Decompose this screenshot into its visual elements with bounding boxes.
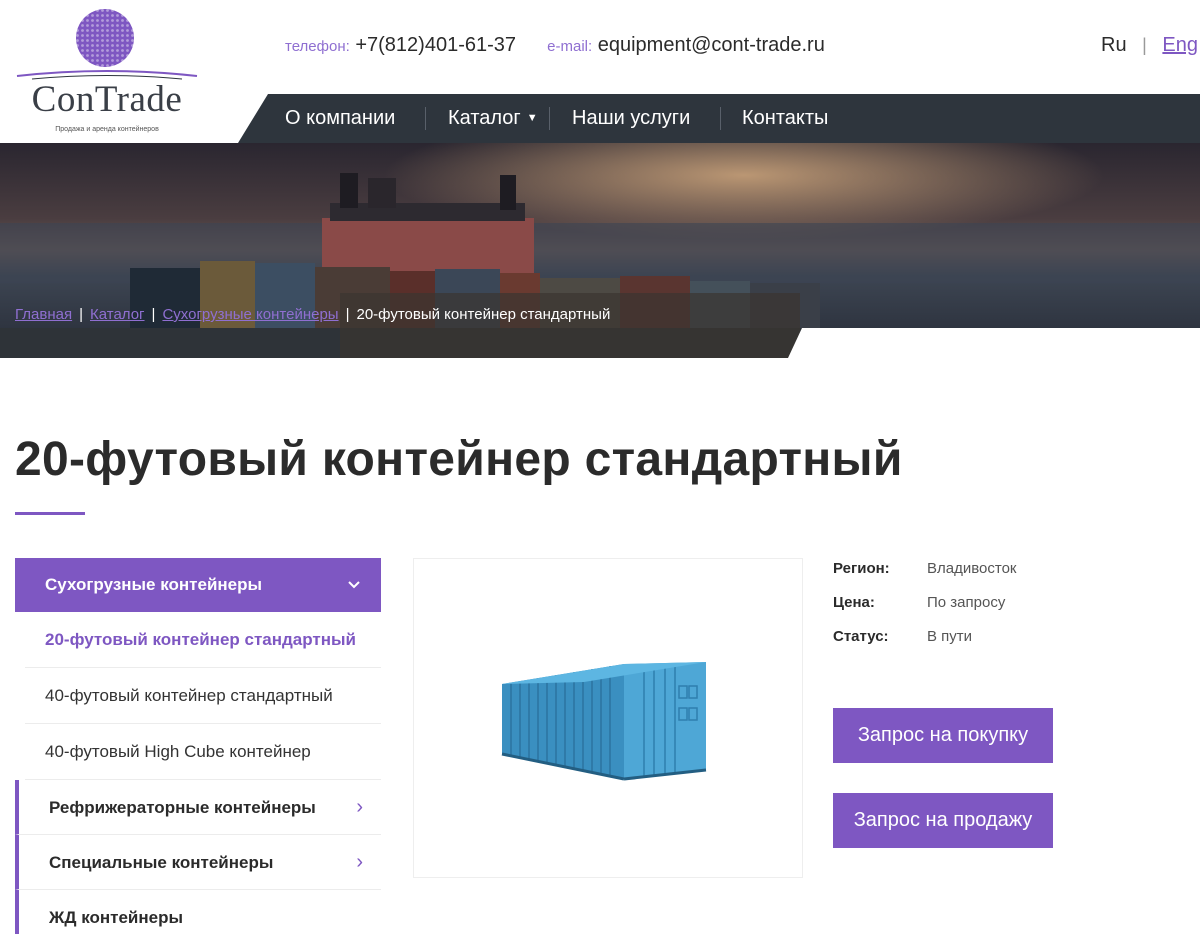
contact-info: телефон: +7(812)401-61-37 e-mail: equipm… [285,34,825,57]
container-image [501,662,707,781]
phone-label: телефон: [285,38,350,55]
spec-label: Регион: [833,560,890,577]
globe-icon [76,9,134,67]
sidebar-category-rail[interactable]: ЖД контейнеры [15,890,381,934]
sidebar-category-label: Рефрижераторные контейнеры [49,798,316,817]
sidebar-subitem-20ft[interactable]: 20-футовый контейнер стандартный [25,612,381,668]
spec-row-region: Регион: Владивосток [833,558,1016,592]
sidebar-category-label: Специальные контейнеры [49,853,274,872]
sale-request-button[interactable]: Запрос на продажу [833,793,1053,848]
breadcrumb-current: 20-футовый контейнер стандартный [356,306,611,323]
spec-row-price: Цена: По запросу [833,592,1016,626]
nav-item-label: Наши услуги [572,107,691,129]
nav-divider [549,107,550,130]
catalog-sidebar: Сухогрузные контейнеры 20-футовый контей… [15,558,381,934]
language-switcher: Ru | Eng [1101,34,1198,57]
nav-divider [720,107,721,130]
nav-item-about[interactable]: О компании [285,94,395,143]
spec-row-status: Статус: В пути [833,626,1016,660]
lang-eng[interactable]: Eng [1162,34,1198,56]
hero-ship-image [0,143,1200,358]
breadcrumb-separator: | [79,306,83,323]
chevron-right-icon: › [356,851,363,873]
phone-number[interactable]: +7(812)401-61-37 [355,34,516,56]
email-label: e-mail: [547,38,593,55]
brand-name: ConTrade [31,79,183,120]
breadcrumb-dry-containers[interactable]: Сухогрузные контейнеры [162,306,338,323]
main-nav: О компании Каталог ▼ Наши услуги Контакты [238,94,1200,143]
sidebar-category-reefer[interactable]: Рефрижераторные контейнеры › [15,780,381,835]
title-underline [15,512,85,515]
breadcrumb-separator: | [345,306,350,323]
sidebar-subitem-40ft-hc[interactable]: 40-футовый High Cube контейнер [25,724,381,780]
site-header: ConTrade Продажа и аренда контейнеров те… [0,0,1200,143]
nav-divider [425,107,426,130]
lang-separator: | [1142,35,1147,55]
spec-value: По запросу [927,594,1006,611]
nav-item-catalog[interactable]: Каталог ▼ [448,94,538,143]
sidebar-category-dry[interactable]: Сухогрузные контейнеры [15,558,381,612]
sidebar-category-label: ЖД контейнеры [49,908,183,927]
chevron-right-icon: › [356,796,363,818]
lang-ru[interactable]: Ru [1101,34,1127,56]
nav-item-label: Каталог [448,107,521,129]
logo[interactable]: ConTrade Продажа и аренда контейнеров [12,8,202,136]
nav-item-contacts[interactable]: Контакты [742,94,828,143]
purchase-request-button[interactable]: Запрос на покупку [833,708,1053,763]
product-image[interactable] [413,558,803,878]
caret-down-icon: ▼ [526,112,538,124]
nav-item-label: Контакты [742,107,829,129]
spec-value: В пути [927,628,973,645]
spec-value: Владивосток [927,560,1017,577]
breadcrumb: Главная | Каталог | Сухогрузные контейнеры | 2… [15,306,610,323]
spec-label: Статус: [833,628,889,645]
sidebar-category-label: Сухогрузные контейнеры [45,575,263,594]
product-specs: Регион: Владивосток Цена: По запросу Стату… [833,558,1016,660]
page-title: 20-футовый контейнер стандартный [15,433,903,486]
sidebar-subitem-40ft[interactable]: 40-футовый контейнер стандартный [25,668,381,724]
breadcrumb-separator: | [151,306,156,323]
hero-banner [0,143,1200,358]
breadcrumb-home[interactable]: Главная [15,306,72,323]
sidebar-category-special[interactable]: Специальные контейнеры › [15,835,381,890]
breadcrumb-catalog[interactable]: Каталог [90,306,145,323]
spec-label: Цена: [833,594,875,611]
brand-tagline: Продажа и аренда контейнеров [55,126,159,133]
chevron-down-icon [347,558,361,634]
nav-item-services[interactable]: Наши услуги [572,94,690,143]
email-address[interactable]: equipment@cont-trade.ru [598,34,825,56]
nav-item-label: О компании [285,107,396,129]
